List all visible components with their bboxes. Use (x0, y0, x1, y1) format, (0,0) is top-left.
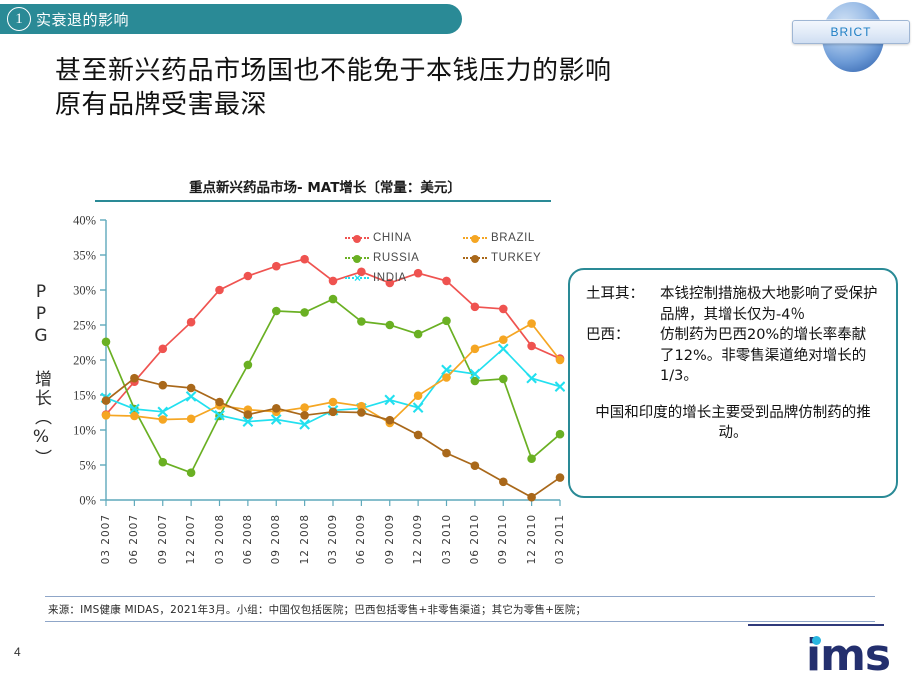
legend-item-india[interactable]: × INDIA (345, 272, 407, 284)
callout-row-body: 仿制药为巴西20%的增长率奉献了12%。非零售渠道绝对增长的1/3。 (660, 327, 867, 385)
brict-label-box: BRICT (792, 20, 910, 44)
legend-marker-dot-icon (353, 235, 361, 243)
x-axis-tick-label: 03 2007 (100, 514, 112, 565)
callout-row: 土耳其： 本钱控制措施极大地影响了受保护品牌，其增长仅为-4％ (586, 284, 880, 325)
x-axis-tick-label: 06 2008 (241, 514, 254, 565)
x-axis-tick-label: 03 2008 (213, 514, 226, 565)
legend-swatch-china (345, 235, 369, 243)
section-banner: 1 实衰退的影响 (0, 4, 462, 34)
x-axis-tick-label: 12 2007 (185, 514, 198, 565)
legend-marker-dot-icon (471, 235, 479, 243)
chart-title: 重点新兴药品市场- MAT增长〔常量：美元〕 (189, 180, 461, 196)
legend-label: BRAZIL (491, 232, 535, 244)
ims-logo-dot-icon (812, 636, 821, 645)
callout-row-label: 土耳其： (586, 286, 644, 302)
legend-swatch-india: × (345, 272, 369, 284)
x-axis-tick-label: 09 2009 (383, 514, 396, 565)
chart-legend: CHINA BRAZIL RUSSIA TURKEY × INDIA (345, 232, 550, 292)
svg-text:15%: 15% (73, 389, 96, 403)
svg-text:20%: 20% (73, 354, 96, 368)
legend-item-russia[interactable]: RUSSIA (345, 252, 419, 264)
x-axis-tick-label: 03 2010 (440, 514, 453, 565)
page-title-line1: 甚至新兴药品市场国也不能免于本钱压力的影响 (55, 56, 612, 86)
page-title-line2: 原有品牌受害最深 (55, 90, 268, 121)
legend-item-brazil[interactable]: BRAZIL (463, 232, 535, 244)
svg-text:25%: 25% (73, 319, 96, 333)
legend-label: INDIA (373, 272, 407, 284)
x-axis-tick-label: 03 2011 (554, 514, 566, 565)
chart-x-axis-labels: 03 2007 06 2007 09 2007 12 2007 03 2008 06 20… (60, 514, 566, 586)
callout-row-label: 巴西： (586, 327, 630, 344)
x-axis-tick-label: 06 2010 (468, 514, 481, 565)
legend-item-china[interactable]: CHINA (345, 232, 412, 244)
legend-marker-x-icon: × (353, 271, 361, 285)
x-axis-tick-label: 06 2009 (355, 514, 368, 565)
legend-marker-dot-icon (353, 255, 361, 263)
x-axis-tick-label: 09 2007 (156, 514, 169, 565)
legend-label: RUSSIA (373, 252, 420, 264)
svg-text:10%: 10% (73, 424, 96, 438)
slide-root: 1 实衰退的影响 BRICT 甚至新兴药品市场国也不能免于本钱压力的影响 原有品… (0, 0, 920, 690)
x-axis-tick-label: 09 2008 (270, 514, 283, 565)
legend-swatch-turkey (463, 255, 487, 263)
source-note: 来源：IMS健康 MIDAS，2021年3月。小组：中国仅包括医院；巴西包括零售… (48, 604, 587, 616)
legend-marker-dot-icon (471, 255, 479, 263)
svg-text:35%: 35% (73, 249, 96, 263)
callout-row: 巴西： 仿制药为巴西20%的增长率奉献了12%。非零售渠道绝对增长的1/3。 (586, 325, 880, 387)
brict-label: BRICT (830, 25, 872, 39)
chart-title-divider (95, 200, 551, 202)
callout-row-body: 本钱控制措施极大地影响了受保护品牌，其增长仅为-4％ (660, 286, 878, 323)
legend-swatch-brazil (463, 235, 487, 243)
footer-divider-top (45, 596, 875, 597)
section-number-badge: 1 (7, 7, 31, 31)
svg-text:0%: 0% (79, 494, 96, 508)
x-axis-tick-label: 12 2010 (525, 514, 538, 565)
legend-item-turkey[interactable]: TURKEY (463, 252, 541, 264)
x-axis-tick-label: 12 2009 (412, 514, 425, 565)
x-axis-tick-label: 12 2008 (298, 514, 311, 565)
insights-callout-box: 土耳其： 本钱控制措施极大地影响了受保护品牌，其增长仅为-4％ 巴西： 仿制药为… (568, 268, 898, 498)
callout-paragraph: 中国和印度的增长主要受到品牌仿制药的推动。 (595, 404, 871, 442)
svg-text:40%: 40% (73, 214, 96, 228)
legend-label: CHINA (373, 232, 412, 244)
page-number: 4 (14, 645, 21, 659)
x-axis-tick-label: 03 2009 (327, 514, 339, 565)
x-axis-tick-label: 09 2010 (497, 514, 510, 565)
logo-divider (748, 624, 884, 626)
x-axis-tick-label: 06 2007 (128, 514, 141, 565)
page-title: 甚至新兴药品市场国也不能免于本钱压力的影响 原有品牌受害最深 (55, 54, 855, 123)
chart-y-axis-label: PPG 增长（%） (31, 282, 51, 468)
section-banner-label: 实衰退的影响 (36, 11, 130, 29)
legend-label: TURKEY (491, 252, 542, 264)
legend-swatch-russia (345, 255, 369, 263)
svg-text:30%: 30% (73, 284, 96, 298)
footer-divider-bottom (45, 621, 875, 622)
svg-text:5%: 5% (79, 459, 96, 473)
